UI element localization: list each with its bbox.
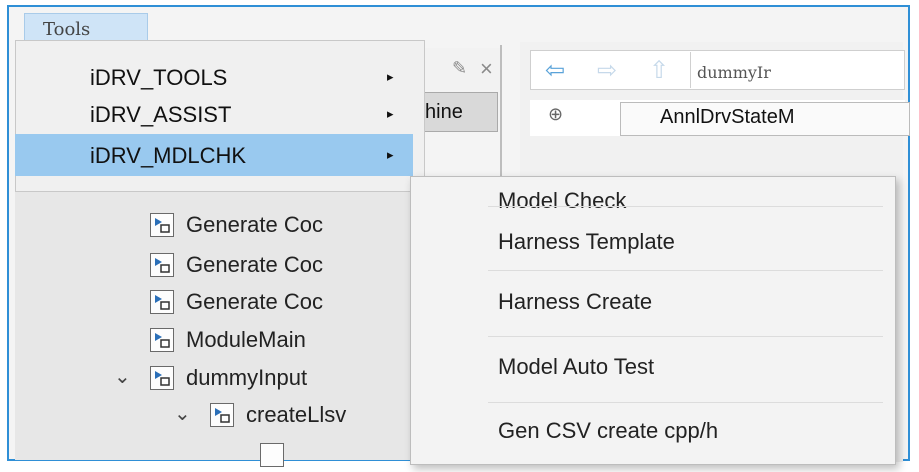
path-text: dummyIr: [697, 63, 771, 82]
menu-separator: [488, 206, 883, 207]
up-arrow-icon[interactable]: ⇧: [649, 56, 669, 85]
tree-item-label: Generate Coc: [186, 252, 323, 277]
menu-tools-label: Tools: [43, 19, 91, 40]
toolbar-separator: [690, 52, 691, 88]
tab-machine-label: hine: [425, 101, 463, 123]
submenu-item-harness-create[interactable]: Harness Create: [498, 289, 652, 315]
submenu-arrow-icon: ▸: [387, 147, 394, 162]
model-icon: [260, 443, 284, 467]
address-text: AnnlDrvStateM: [660, 106, 795, 128]
model-icon: [150, 366, 174, 390]
tree-item-label: Generate Coc: [186, 212, 323, 237]
menu-item-label: iDRV_MDLCHK: [90, 143, 247, 168]
model-icon: [150, 328, 174, 352]
close-icon[interactable]: ×: [480, 56, 493, 82]
pin-icon[interactable]: ✎: [452, 58, 467, 79]
model-icon: [150, 253, 174, 277]
tree-item-label: ModuleMain: [186, 327, 306, 352]
menu-item-idrv-tools[interactable]: iDRV_TOOLS ▸: [15, 58, 408, 96]
submenu-arrow-icon: ▸: [387, 69, 394, 84]
menu-separator: [488, 336, 883, 337]
submenu-item-model-check[interactable]: Model Check: [498, 188, 626, 214]
back-arrow-icon[interactable]: ⇦: [545, 56, 565, 85]
menu-item-idrv-assist[interactable]: iDRV_ASSIST ▸: [15, 95, 408, 133]
submenu-arrow-icon: ▸: [387, 106, 394, 121]
tree-item-label: createLlsv: [246, 402, 347, 427]
tree-item-label: dummyInput: [186, 365, 308, 390]
expand-icon[interactable]: ⊕: [548, 104, 563, 125]
chevron-down-icon[interactable]: ⌄: [174, 401, 191, 426]
forward-arrow-icon[interactable]: ⇨: [597, 56, 617, 85]
menu-item-idrv-mdlchk[interactable]: iDRV_MDLCHK ▸: [15, 134, 413, 176]
menu-separator: [488, 270, 883, 271]
model-icon: [210, 403, 234, 427]
submenu-item-gen-csv[interactable]: Gen CSV create cpp/h: [498, 418, 718, 444]
menu-item-label: iDRV_TOOLS: [90, 65, 228, 90]
tree-item-label: Generate Coc: [186, 289, 323, 314]
menu-separator: [488, 402, 883, 403]
submenu-item-harness-template[interactable]: Harness Template: [498, 229, 675, 255]
menu-item-label: iDRV_ASSIST: [90, 102, 232, 127]
model-icon: [150, 213, 174, 237]
submenu-item-model-auto-test[interactable]: Model Auto Test: [498, 354, 654, 380]
model-icon: [150, 290, 174, 314]
chevron-down-icon[interactable]: ⌄: [114, 364, 131, 389]
